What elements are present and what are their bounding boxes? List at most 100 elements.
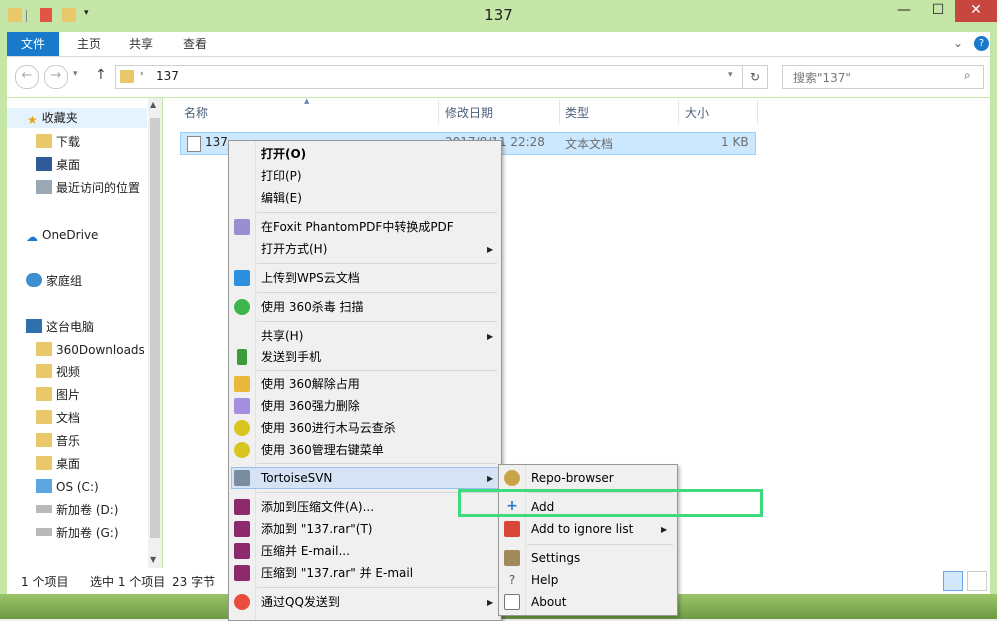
- sidebar-item-thispc[interactable]: 这台电脑: [26, 317, 94, 337]
- sidebar-item-desktop2[interactable]: 桌面: [36, 454, 80, 474]
- breadcrumb-item[interactable]: 137: [156, 69, 179, 83]
- search-input[interactable]: 搜索"137" ⌕: [782, 65, 984, 89]
- menu-item-rar-email[interactable]: 压缩并 E-mail...: [231, 540, 499, 562]
- menu-item-rar-add-137[interactable]: 添加到 "137.rar"(T): [231, 518, 499, 540]
- sidebar-item-documents[interactable]: 文档: [36, 408, 80, 428]
- menu-item-360-scan[interactable]: 使用 360杀毒 扫描: [231, 296, 499, 318]
- svn-item-settings[interactable]: Settings: [501, 547, 675, 569]
- sidebar-item-360downloads[interactable]: 360Downloads: [36, 340, 145, 360]
- sidebar-item-desktop[interactable]: 桌面: [36, 155, 80, 175]
- sidebar-item-drive-d[interactable]: 新加卷 (D:): [36, 500, 118, 520]
- sidebar-label: 视频: [56, 365, 81, 379]
- breadcrumb-chevron-icon[interactable]: ›: [140, 69, 144, 79]
- menu-item-send-phone[interactable]: 发送到手机: [231, 346, 499, 368]
- tab-share[interactable]: 共享: [117, 32, 165, 56]
- sidebar-label: 360Downloads: [56, 343, 145, 357]
- about-icon: [504, 594, 520, 610]
- up-button[interactable]: ↑: [95, 67, 107, 83]
- sidebar-label: 家庭组: [46, 274, 83, 288]
- minimize-button[interactable]: —: [887, 0, 921, 22]
- svn-item-about[interactable]: About: [501, 591, 675, 613]
- maximize-button[interactable]: ☐: [921, 0, 955, 22]
- sidebar-item-videos[interactable]: 视频: [36, 362, 80, 382]
- menu-item-rar-email-137[interactable]: 压缩到 "137.rar" 并 E-mail: [231, 562, 499, 584]
- menu-item-print[interactable]: 打印(P): [231, 165, 499, 187]
- menu-separator: [257, 321, 497, 322]
- back-button[interactable]: ←: [15, 65, 39, 89]
- address-dropdown-icon[interactable]: ▾: [728, 70, 733, 80]
- menu-item-360-rightmenu[interactable]: 使用 360管理右键菜单: [231, 439, 499, 461]
- help-icon[interactable]: ?: [974, 36, 989, 51]
- tab-view[interactable]: 查看: [171, 32, 219, 56]
- sidebar-item-homegroup[interactable]: 家庭组: [26, 271, 82, 291]
- menu-item-qq[interactable]: 通过QQ发送到 ▶: [231, 591, 499, 613]
- menu-item-360-unlock[interactable]: 使用 360解除占用: [231, 373, 499, 395]
- shield-icon: [234, 299, 250, 315]
- menu-item-edit[interactable]: 编辑(E): [231, 187, 499, 209]
- address-bar[interactable]: › 137 ▾: [115, 65, 743, 89]
- forward-button[interactable]: →: [44, 65, 68, 89]
- menu-separator: [257, 263, 497, 264]
- tab-file[interactable]: 文件: [7, 32, 60, 56]
- column-header-type[interactable]: 类型: [565, 104, 589, 122]
- menu-item-open-with[interactable]: 打开方式(H) ▶: [231, 238, 499, 260]
- menu-item-wps[interactable]: 上传到WPS云文档: [231, 267, 499, 289]
- status-selected: 选中 1 个项目: [90, 575, 166, 589]
- desktop-folder-icon: [36, 456, 52, 470]
- menu-label: 添加到压缩文件(A)...: [261, 500, 375, 514]
- large-icons-view-icon[interactable]: [967, 571, 987, 591]
- tab-home[interactable]: 主页: [65, 32, 113, 56]
- column-divider[interactable]: [678, 100, 679, 124]
- tortoisesvn-submenu: Repo-browser + Add Add to ignore list ▶ Se…: [498, 464, 678, 616]
- submenu-arrow-icon: ▶: [487, 474, 494, 483]
- svn-item-help[interactable]: ? Help: [501, 569, 675, 591]
- sidebar-scroll-thumb[interactable]: [150, 118, 160, 538]
- refresh-button[interactable]: ↻: [742, 65, 768, 89]
- column-header-size[interactable]: 大小: [685, 104, 709, 122]
- ignore-icon: [504, 521, 520, 537]
- status-item-count: 1 个项目: [21, 575, 69, 589]
- winrar-icon: [234, 565, 250, 581]
- column-header-name[interactable]: 名称: [184, 104, 208, 122]
- sidebar-label: 新加卷 (G:): [56, 526, 119, 540]
- desktop-icon: [36, 157, 52, 171]
- sidebar-item-downloads[interactable]: 下载: [36, 132, 80, 152]
- column-divider[interactable]: [757, 100, 758, 124]
- status-size: 23 字节: [172, 575, 216, 589]
- menu-label: 使用 360杀毒 扫描: [261, 300, 364, 314]
- submenu-arrow-icon: ▶: [487, 245, 494, 254]
- recent-locations-icon[interactable]: ▾: [73, 69, 78, 79]
- search-icon[interactable]: ⌕: [964, 68, 971, 83]
- menu-item-share[interactable]: 共享(H) ▶: [231, 325, 499, 347]
- sidebar-item-onedrive[interactable]: ☁ OneDrive: [26, 225, 98, 245]
- column-divider[interactable]: [559, 100, 560, 124]
- submenu-arrow-icon: ▶: [661, 525, 668, 534]
- documents-folder-icon: [36, 410, 52, 424]
- downloads-folder-icon: [36, 134, 52, 148]
- scroll-down-icon[interactable]: ▼: [150, 555, 156, 564]
- sidebar-item-drive-g[interactable]: 新加卷 (G:): [36, 523, 119, 543]
- sidebar-item-music[interactable]: 音乐: [36, 431, 80, 451]
- column-divider[interactable]: [438, 100, 439, 124]
- menu-item-foxit[interactable]: 在Foxit PhantomPDF中转换成PDF: [231, 216, 499, 238]
- sidebar-label: 下载: [56, 135, 81, 149]
- column-header-modified[interactable]: 修改日期: [445, 104, 493, 122]
- details-view-icon[interactable]: [943, 571, 963, 591]
- sidebar-item-drive-c[interactable]: OS (C:): [36, 477, 99, 497]
- menu-item-360-trojan[interactable]: 使用 360进行木马云查杀: [231, 417, 499, 439]
- svn-item-ignore[interactable]: Add to ignore list ▶: [501, 518, 675, 540]
- tortoise-icon: [234, 470, 250, 486]
- sidebar-item-recent[interactable]: 最近访问的位置: [36, 178, 140, 198]
- svn-item-repo-browser[interactable]: Repo-browser: [501, 467, 675, 489]
- expand-ribbon-icon[interactable]: ⌄: [953, 36, 963, 50]
- menu-separator: [257, 212, 497, 213]
- scroll-up-icon[interactable]: ▲: [150, 100, 156, 109]
- close-button[interactable]: ✕: [955, 0, 997, 22]
- menu-item-tortoisesvn[interactable]: TortoiseSVN ▶: [231, 467, 499, 489]
- sidebar-item-pictures[interactable]: 图片: [36, 385, 80, 405]
- music-folder-icon: [36, 433, 52, 447]
- winrar-icon: [234, 543, 250, 559]
- sidebar-item-favorites[interactable]: ★ 收藏夹: [7, 108, 147, 128]
- menu-item-360-delete[interactable]: 使用 360强力删除: [231, 395, 499, 417]
- menu-item-open[interactable]: 打开(O): [231, 143, 499, 165]
